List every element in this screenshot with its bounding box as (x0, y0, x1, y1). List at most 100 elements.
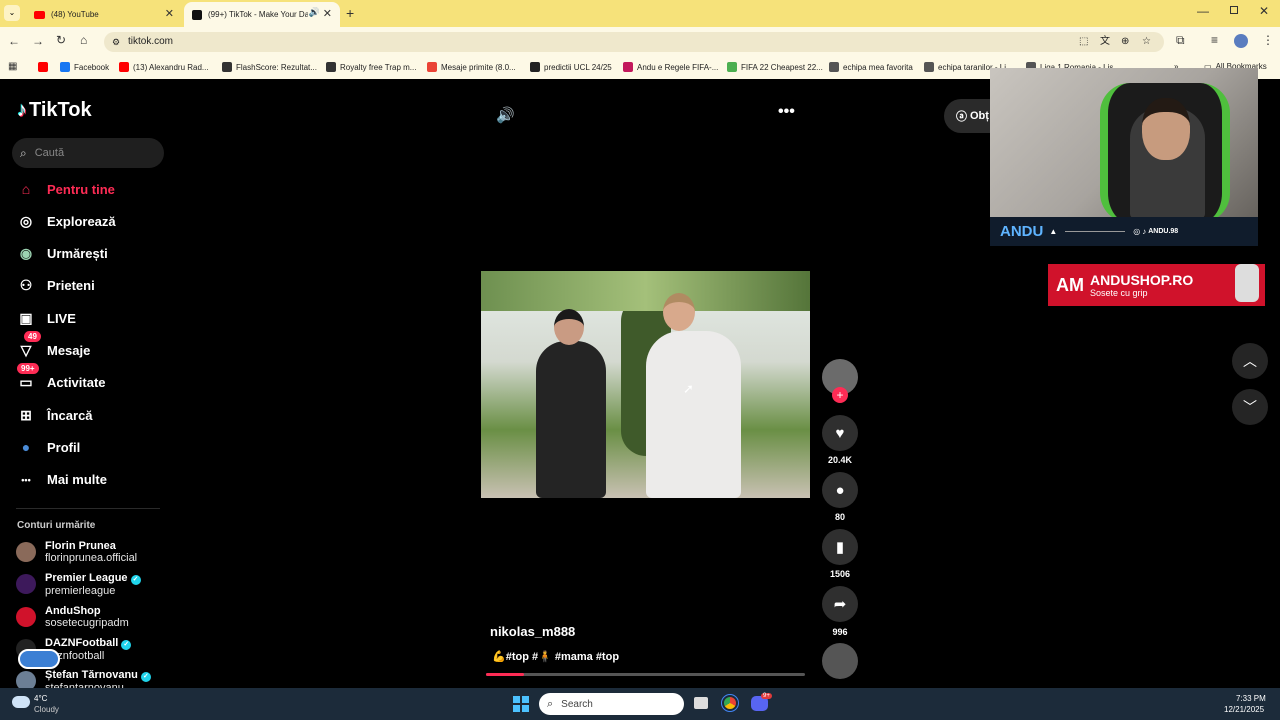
task-view-icon[interactable] (694, 697, 708, 709)
tab-tiktok[interactable]: (99+) TikTok - Make Your Da 🔊 ✕ (184, 2, 340, 27)
back-icon[interactable]: ← (8, 34, 20, 48)
profile-icon: ● (21, 439, 31, 456)
bookmark-item[interactable] (38, 62, 52, 72)
sidebar-item-activity[interactable]: ▭ Activitate (16, 373, 105, 393)
tab-search-button[interactable]: ⌄ (4, 5, 20, 21)
tiktok-tab-icon (192, 9, 202, 20)
chrome-icon[interactable] (721, 694, 739, 712)
sidebar-item-compass[interactable]: ◎ Explorează (16, 211, 116, 231)
save-button[interactable]: ▮ (822, 529, 858, 565)
like-button[interactable]: ♥ (822, 415, 858, 451)
sidebar-item-upload[interactable]: ⊞ Încarcă (16, 405, 92, 425)
bookmark-item[interactable]: Facebook (60, 62, 109, 72)
sidebar-divider (16, 508, 160, 509)
restore-button[interactable] (1230, 6, 1238, 14)
clock-time[interactable]: 7:33 PM (1236, 694, 1266, 703)
bookmark-label: predictii UCL 24/25 (544, 62, 612, 72)
new-tab-button[interactable]: + (346, 5, 354, 21)
media-icon[interactable]: ≡ (1211, 33, 1218, 47)
search-icon: ⌕ (547, 697, 554, 710)
followed-account[interactable]: Premier League ✓ premierleague (16, 572, 141, 597)
windows-taskbar: 4°C Cloudy ⌕ Search 9+ 7:33 PM 12/21/202… (0, 688, 1280, 720)
address-bar[interactable]: ⚙ tiktok.com ⬚ 文 ⊕ ☆ (104, 32, 1164, 52)
verified-icon: ✓ (140, 672, 151, 683)
sidebar-item-more[interactable]: ••• Mai multe (16, 470, 107, 490)
follow-plus-button[interactable]: + (832, 387, 848, 403)
video-frame[interactable]: ➚ (481, 271, 810, 498)
zoom-icon[interactable]: ⊕ (1121, 32, 1129, 52)
floating-widget[interactable] (18, 649, 60, 669)
comment-button[interactable]: ● (822, 472, 858, 508)
bookmark-favicon-icon (530, 62, 540, 72)
share-button[interactable]: ➦ (822, 586, 858, 622)
forward-icon[interactable]: → (32, 34, 44, 48)
taskbar-search[interactable]: ⌕ Search (539, 693, 684, 715)
next-video-button[interactable]: ﹀ (1232, 389, 1268, 425)
volume-icon[interactable]: 🔊 (496, 106, 515, 124)
video-man-head (663, 293, 695, 331)
bookmark-item[interactable]: predictii UCL 24/25 (530, 62, 612, 72)
search-box[interactable]: ⌕ Caută (12, 138, 164, 168)
more-options-icon[interactable]: ••• (778, 103, 795, 121)
arrow-icon: ▲ (1049, 227, 1058, 236)
sock-icon (1235, 264, 1259, 302)
chevron-up-icon: ︿ (1243, 353, 1257, 369)
close-icon[interactable]: ✕ (165, 7, 174, 20)
start-button[interactable] (513, 696, 529, 712)
avatar (16, 671, 36, 688)
youtube-icon (34, 10, 45, 19)
following-icon: ◉ (19, 245, 33, 262)
sidebar-item-home[interactable]: ⌂ Pentru tine (16, 179, 115, 199)
apps-icon[interactable]: ▦ (8, 61, 17, 72)
sidebar-item-friends[interactable]: ⚇ Prieteni (16, 276, 95, 296)
extensions-icon[interactable]: ⧉ (1176, 33, 1185, 48)
followed-account[interactable]: AnduShop sosetecugripadm (16, 605, 129, 629)
site-info-icon[interactable]: ⚙ (112, 32, 120, 52)
reload-icon[interactable]: ↻ (56, 33, 66, 47)
bookmark-item[interactable]: Andu e Regele FIFA-... (623, 62, 718, 72)
shop-banner: AM ANDUSHOP.RO Sosete cu grip (1048, 264, 1265, 306)
progress-track[interactable] (486, 673, 805, 676)
music-disc[interactable] (822, 643, 858, 679)
account-name: AnduShop (45, 604, 101, 617)
bookmark-label: Royalty free Trap m... (340, 62, 417, 72)
sidebar-item-messages[interactable]: ▽ Mesaje (16, 341, 91, 361)
menu-icon[interactable]: ⋮ (1262, 33, 1274, 47)
tiktok-logo[interactable]: ♪ TikTok (17, 99, 92, 122)
translate-icon[interactable]: 文 (1100, 32, 1110, 52)
sidebar-item-following[interactable]: ◉ Urmărești (16, 244, 108, 264)
close-window-button[interactable]: ✕ (1259, 4, 1269, 18)
bookmark-item[interactable]: echipa mea favorita (829, 62, 913, 72)
bookmark-label: echipa mea favorita (843, 62, 913, 72)
video-username[interactable]: nikolas_m888 (490, 624, 575, 639)
search-placeholder: Caută (34, 147, 65, 159)
sidebar-item-profile[interactable]: ● Profil (16, 437, 80, 457)
more-icon: ••• (21, 474, 31, 485)
home-icon[interactable]: ⌂ (80, 33, 87, 47)
video-caption[interactable]: 💪#top #🧍 #mama #top (492, 650, 619, 663)
install-icon[interactable]: ⬚ (1079, 32, 1088, 52)
bookmark-star-icon[interactable]: ☆ (1142, 32, 1151, 52)
shop-subtitle: Sosete cu grip (1090, 288, 1148, 298)
avatar[interactable] (1234, 34, 1248, 48)
weather-icon[interactable] (12, 696, 30, 708)
followed-account[interactable]: Ștefan Tărnovanu✓stefantarnovanu (16, 669, 151, 688)
followed-account[interactable]: Florin Prunea florinprunea.official (16, 540, 137, 564)
tab-title: (48) YouTube (51, 10, 99, 19)
bookmark-item[interactable]: FIFA 22 Cheapest 22... (727, 62, 823, 72)
bookmark-label: FlashScore: Rezultat... (236, 62, 317, 72)
bookmark-item[interactable]: Mesaje primite (8.0... (427, 62, 516, 72)
previous-video-button[interactable]: ︿ (1232, 343, 1268, 379)
clock-date[interactable]: 12/21/2025 (1224, 705, 1264, 714)
speaker-icon[interactable]: 🔊 (309, 7, 320, 18)
bookmark-item[interactable]: Royalty free Trap m... (326, 62, 416, 72)
tab-title: (99+) TikTok - Make Your Da (208, 10, 308, 19)
sidebar-item-live[interactable]: ▣ LIVE (16, 308, 76, 328)
close-icon[interactable]: ✕ (323, 7, 332, 20)
bookmark-item[interactable]: FlashScore: Rezultat... (222, 62, 317, 72)
bookmark-favicon-icon (222, 62, 232, 72)
tab-youtube[interactable]: (48) YouTube ✕ (26, 2, 182, 27)
bookmark-item[interactable]: (13) Alexandru Rad... (119, 62, 209, 72)
minimize-button[interactable]: — (1197, 4, 1209, 18)
live-icon: ▣ (19, 309, 33, 326)
